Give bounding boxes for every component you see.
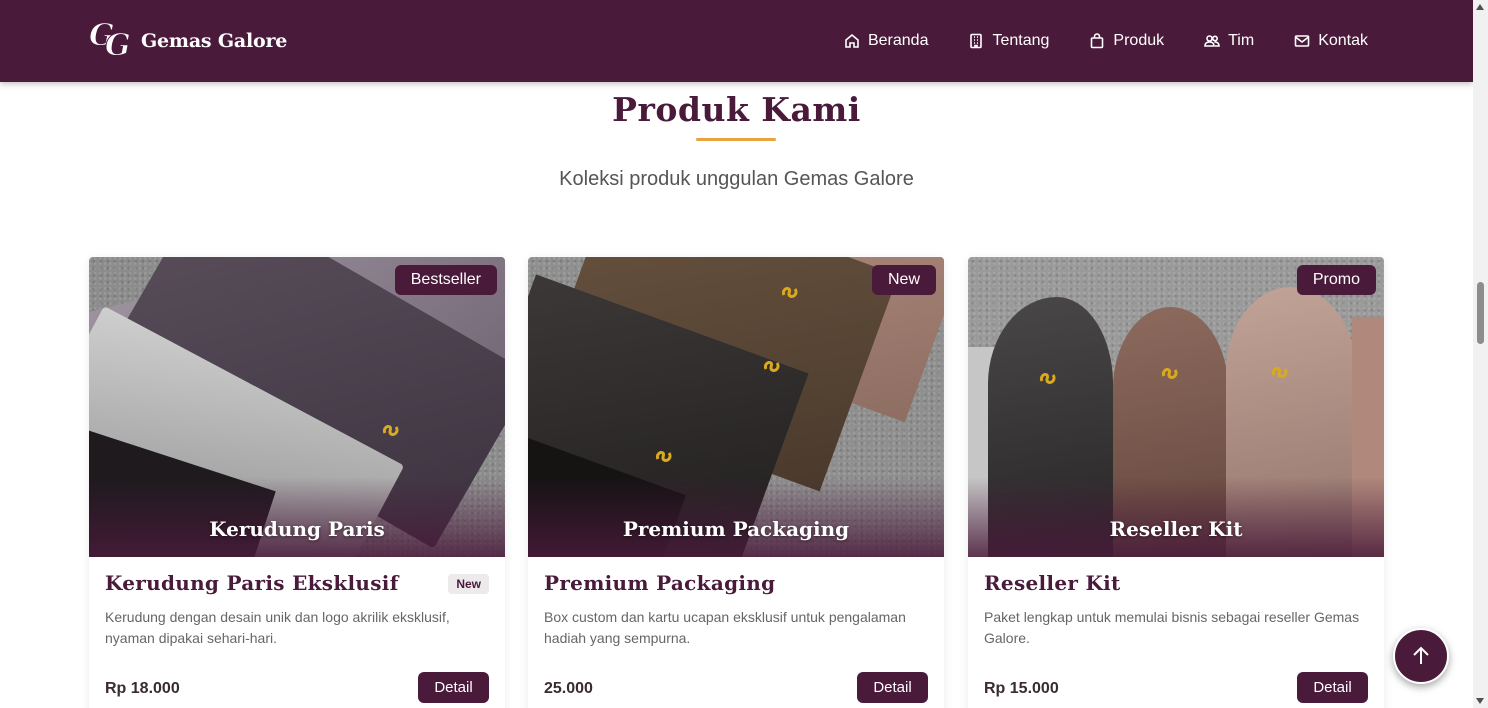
product-description: Kerudung dengan desain unik dan logo akr… — [105, 609, 450, 646]
nav-item-produk[interactable]: Produk — [1089, 32, 1164, 50]
building-icon — [970, 33, 983, 49]
brand-logo-link[interactable]: G G Gemas Galore — [89, 18, 288, 64]
arrow-up-icon — [1413, 646, 1429, 664]
users-icon — [1204, 35, 1220, 47]
detail-button[interactable]: Detail — [857, 672, 928, 703]
brand-logo-icon: G G — [89, 18, 132, 64]
image-overlay-title: Premium Packaging — [622, 517, 850, 541]
product-image[interactable]: Kerudung Paris Bestseller — [89, 257, 505, 557]
product-image[interactable]: Reseller Kit Promo — [968, 257, 1384, 557]
image-overlay-title: Reseller Kit — [1109, 517, 1243, 541]
nav-item-kontak[interactable]: Kontak — [1294, 32, 1368, 50]
home-icon — [845, 33, 859, 48]
gold-logo-icon — [654, 445, 676, 465]
scroll-up-arrow-icon[interactable] — [1476, 4, 1484, 10]
product-price: Rp 18.000 — [105, 680, 180, 697]
product-description: Box custom dan kartu ucapan eksklusif un… — [544, 609, 906, 646]
gold-logo-icon — [762, 355, 784, 375]
shopping-bag-icon — [1091, 33, 1104, 49]
product-price: 25.000 — [544, 680, 593, 697]
product-card-kerudung-paris: Kerudung Paris Bestseller Kerudung Paris… — [89, 257, 505, 708]
status-badge: Promo — [1296, 265, 1376, 295]
gold-logo-icon — [1038, 367, 1060, 387]
status-badge: New — [871, 265, 936, 295]
nav-label: Tentang — [992, 32, 1050, 49]
gold-logo-icon — [780, 281, 802, 301]
envelope-icon — [1294, 35, 1310, 47]
product-price: Rp 15.000 — [984, 680, 1059, 697]
scrollbar-thumb[interactable] — [1477, 282, 1484, 344]
main-nav: Beranda Tentang Produk Tim Kontak — [844, 0, 1368, 82]
product-image[interactable]: Premium Packaging New — [528, 257, 944, 557]
back-to-top-button[interactable] — [1393, 628, 1449, 684]
product-title: Premium Packaging — [544, 571, 776, 595]
gold-logo-icon — [1160, 362, 1182, 382]
nav-item-beranda[interactable]: Beranda — [844, 32, 929, 50]
nav-label: Kontak — [1318, 32, 1368, 49]
detail-button[interactable]: Detail — [1297, 672, 1368, 703]
nav-label: Tim — [1228, 32, 1255, 49]
page-scrollbar[interactable] — [1473, 0, 1488, 708]
new-tag: New — [448, 574, 489, 594]
scroll-down-arrow-icon[interactable] — [1476, 698, 1484, 704]
nav-item-tentang[interactable]: Tentang — [968, 32, 1049, 50]
gold-logo-icon — [1270, 361, 1292, 381]
detail-button[interactable]: Detail — [418, 672, 489, 703]
product-card-reseller-kit: Reseller Kit Promo Reseller Kit Paket le… — [968, 257, 1384, 708]
image-overlay-title: Kerudung Paris — [209, 517, 385, 541]
brand-name: Gemas Galore — [141, 30, 288, 52]
nav-label: Beranda — [867, 32, 929, 49]
section-subtitle: Koleksi produk unggulan Gemas Galore — [559, 168, 914, 190]
product-title: Kerudung Paris Eksklusif — [105, 571, 399, 595]
product-title: Reseller Kit — [984, 571, 1121, 595]
product-card-premium-packaging: Premium Packaging New Premium Packaging … — [528, 257, 944, 708]
status-badge: Bestseller — [394, 265, 497, 295]
section-title: Produk Kami — [612, 90, 861, 129]
nav-label: Produk — [1113, 32, 1165, 49]
title-underline — [696, 138, 776, 141]
navbar: G G Gemas Galore Beranda Tentang Produk … — [0, 0, 1473, 82]
nav-item-tim[interactable]: Tim — [1204, 32, 1254, 50]
product-description: Paket lengkap untuk memulai bisnis sebag… — [984, 609, 1360, 646]
gold-logo-icon — [381, 419, 403, 439]
